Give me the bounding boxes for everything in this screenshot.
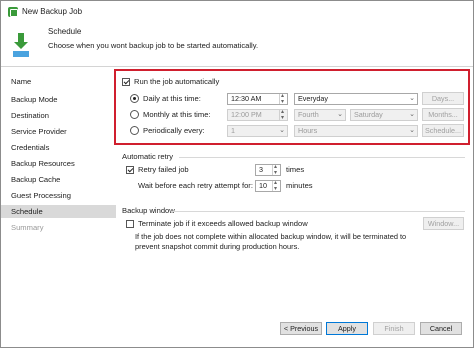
backup-window-note-line1: If the job does not complete within allo… xyxy=(135,232,407,241)
monthly-radio[interactable] xyxy=(130,110,139,119)
automatic-retry-title: Automatic retry xyxy=(122,152,174,161)
terminate-job-checkbox[interactable] xyxy=(126,220,134,228)
periodic-value-select[interactable]: 1 ⌄ xyxy=(227,125,288,137)
wizard-window: New Backup Job Schedule Choose when you … xyxy=(0,0,474,348)
retry-failed-label: Retry failed job xyxy=(138,165,189,174)
run-automatically-checkbox[interactable] xyxy=(122,78,130,86)
periodic-label: Periodically every: xyxy=(143,126,205,135)
window-button[interactable]: Window... xyxy=(423,217,464,230)
title-bar: New Backup Job xyxy=(1,1,473,23)
periodic-value: 1 xyxy=(231,126,235,135)
chevron-down-icon: ⌄ xyxy=(409,127,415,134)
chevron-down-icon: ⌄ xyxy=(337,111,343,118)
step-summary: Summary xyxy=(11,223,44,232)
terminate-job-label: Terminate job if it exceeds allowed back… xyxy=(138,219,308,228)
periodic-unit-value: Hours xyxy=(298,126,318,135)
step-credentials[interactable]: Credentials xyxy=(1,141,116,154)
wait-minutes-value: 10 xyxy=(259,181,267,190)
veeam-app-icon xyxy=(8,7,18,17)
page-title: Schedule xyxy=(48,27,82,36)
chevron-down-icon: ⌄ xyxy=(409,95,415,102)
spin-icon[interactable] xyxy=(279,107,287,123)
periodic-unit-select[interactable]: Hours ⌄ xyxy=(294,125,418,137)
monthly-time-input[interactable]: 12:00 PM xyxy=(227,107,288,123)
backup-window-title: Backup window xyxy=(122,206,175,215)
step-guest-processing[interactable]: Guest Processing xyxy=(1,189,116,202)
download-arrow-icon xyxy=(13,33,29,57)
daily-frequency-value: Everyday xyxy=(298,94,328,103)
step-destination[interactable]: Destination xyxy=(1,109,116,122)
step-backup-mode[interactable]: Backup Mode xyxy=(1,93,116,106)
retry-count-input[interactable]: 3 xyxy=(255,162,281,178)
chevron-down-icon: ⌄ xyxy=(279,127,285,134)
step-backup-resources[interactable]: Backup Resources xyxy=(1,157,116,170)
wait-retry-label: Wait before each retry attempt for: xyxy=(138,181,253,190)
monthly-time-value: 12:00 PM xyxy=(231,110,262,119)
apply-button[interactable]: Apply xyxy=(326,322,368,335)
monthly-week-select[interactable]: Fourth ⌄ xyxy=(294,109,346,121)
run-automatically-label: Run the job automatically xyxy=(134,77,220,86)
monthly-label: Monthly at this time: xyxy=(143,110,211,119)
step-name[interactable]: Name xyxy=(1,75,116,88)
group-divider xyxy=(171,211,465,212)
times-label: times xyxy=(286,165,305,174)
spin-icon[interactable] xyxy=(279,91,287,107)
monthly-day-value: Saturday xyxy=(354,110,383,119)
periodic-radio[interactable] xyxy=(130,126,139,135)
window-title: New Backup Job xyxy=(22,7,83,16)
previous-button[interactable]: < Previous xyxy=(280,322,322,335)
page-subtitle: Choose when you wont backup job to be st… xyxy=(48,41,259,50)
chevron-down-icon: ⌄ xyxy=(409,111,415,118)
monthly-week-value: Fourth xyxy=(298,110,319,119)
step-service-provider[interactable]: Service Provider xyxy=(1,125,116,138)
step-backup-cache[interactable]: Backup Cache xyxy=(1,173,116,186)
daily-radio[interactable] xyxy=(130,94,139,103)
retry-failed-checkbox[interactable] xyxy=(126,166,134,174)
finish-button[interactable]: Finish xyxy=(373,322,415,335)
daily-frequency-select[interactable]: Everyday ⌄ xyxy=(294,93,418,105)
spin-icon[interactable] xyxy=(272,178,280,194)
schedule-button[interactable]: Schedule... xyxy=(422,124,464,137)
step-schedule[interactable]: Schedule xyxy=(1,205,116,218)
backup-window-note-line2: prevent snapshot commit during productio… xyxy=(135,242,300,251)
wizard-steps: Name Backup Mode Destination Service Pro… xyxy=(1,67,116,297)
wizard-header: Schedule Choose when you wont backup job… xyxy=(1,23,473,67)
group-divider xyxy=(179,157,465,158)
daily-label: Daily at this time: xyxy=(143,94,201,103)
days-button[interactable]: Days... xyxy=(422,92,464,105)
spin-icon[interactable] xyxy=(272,162,280,178)
monthly-day-select[interactable]: Saturday ⌄ xyxy=(350,109,418,121)
daily-time-value: 12:30 AM xyxy=(231,94,262,103)
months-button[interactable]: Months... xyxy=(422,108,464,121)
daily-time-input[interactable]: 12:30 AM xyxy=(227,91,288,107)
minutes-label: minutes xyxy=(286,181,313,190)
wait-minutes-input[interactable]: 10 xyxy=(255,178,281,194)
cancel-button[interactable]: Cancel xyxy=(420,322,462,335)
retry-count-value: 3 xyxy=(259,165,263,174)
